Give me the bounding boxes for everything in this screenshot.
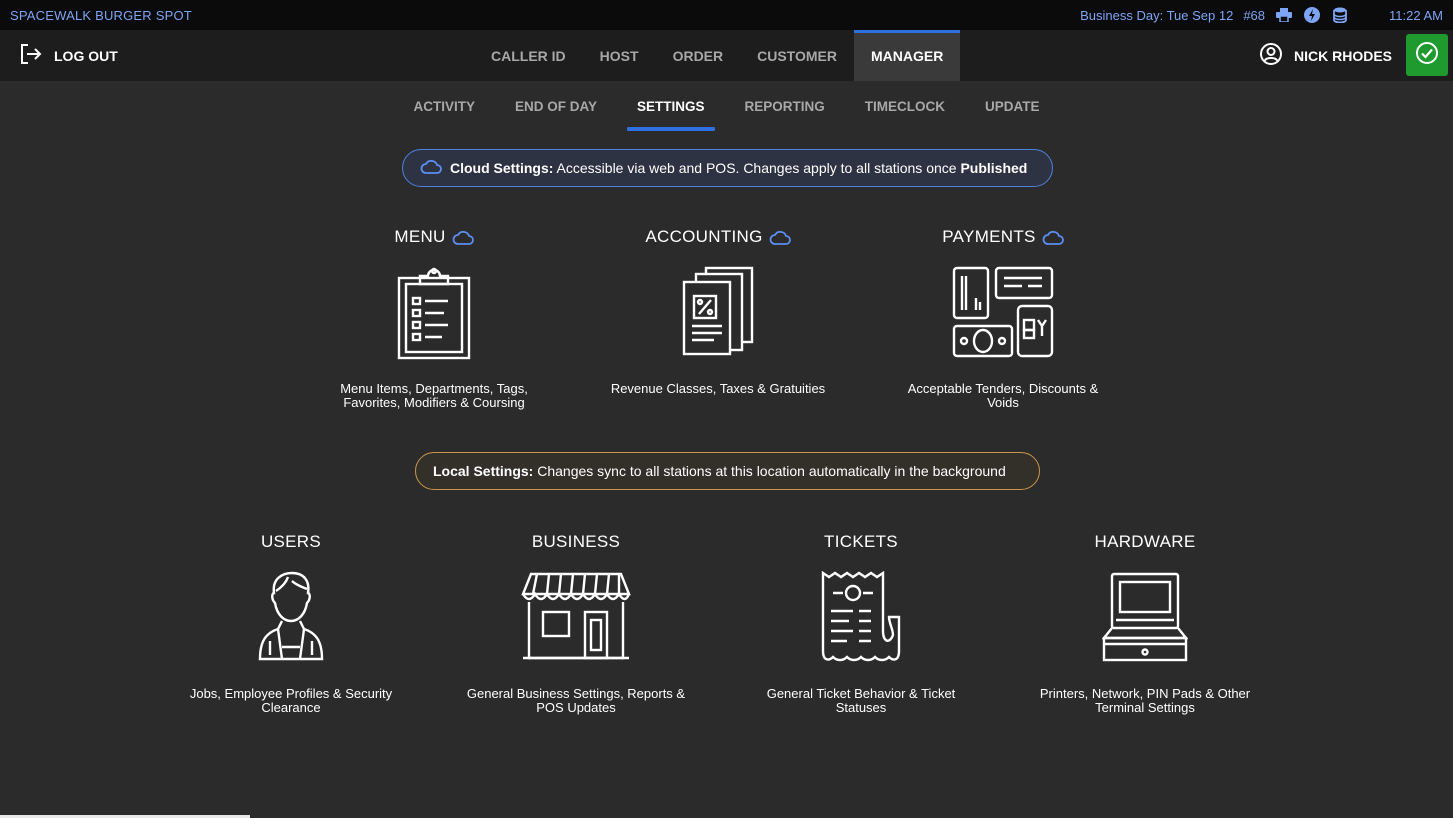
tab-customer[interactable]: CUSTOMER bbox=[740, 30, 854, 81]
cloud-icon bbox=[420, 159, 442, 177]
cloud-banner-body: Accessible via web and POS. Changes appl… bbox=[553, 160, 961, 176]
desc-line: Revenue Classes, Taxes & Gratuities bbox=[610, 381, 826, 396]
check-circle-icon bbox=[1415, 41, 1439, 70]
payment-methods-icon bbox=[948, 262, 1058, 362]
subtab-update[interactable]: UPDATE bbox=[965, 81, 1060, 131]
tab-order[interactable]: ORDER bbox=[656, 30, 741, 81]
database-icon[interactable] bbox=[1331, 6, 1349, 24]
storefront-icon bbox=[521, 567, 631, 667]
tab-manager[interactable]: MANAGER bbox=[853, 30, 961, 81]
local-banner-lead: Local Settings: bbox=[433, 463, 534, 479]
main-tabs: CALLER ID HOST ORDER CUSTOMER MANAGER bbox=[474, 30, 961, 81]
tile-description: Printers, Network, PIN Pads & Other Term… bbox=[1020, 687, 1270, 715]
accounting-settings-tile[interactable]: ACCOUNTING Revenue Classes, Taxes & Grat… bbox=[598, 226, 838, 396]
clipboard-menu-icon bbox=[379, 262, 489, 362]
subtab-activity[interactable]: ACTIVITY bbox=[393, 81, 495, 131]
payments-settings-tile[interactable]: PAYMENTS Acceptable Tenders, Discounts &… bbox=[883, 226, 1123, 410]
tile-title: PAYMENTS bbox=[883, 226, 1123, 248]
local-settings-banner: Local Settings: Changes sync to all stat… bbox=[415, 452, 1040, 490]
business-title: BUSINESS bbox=[531, 532, 621, 551]
desc-line: Clearance bbox=[261, 700, 321, 715]
cloud-icon bbox=[1042, 230, 1064, 245]
users-title: USERS bbox=[260, 532, 322, 551]
desc-line: Terminal Settings bbox=[1095, 700, 1195, 715]
logout-icon bbox=[20, 44, 42, 67]
local-banner-body: Changes sync to all stations at this loc… bbox=[533, 463, 1006, 479]
desc-line: Statuses bbox=[835, 700, 887, 715]
tickets-title: TICKETS bbox=[824, 532, 898, 551]
tax-documents-icon bbox=[663, 262, 773, 362]
receipt-icon bbox=[806, 567, 916, 667]
desc-line: Jobs, Employee Profiles & Security bbox=[189, 686, 393, 701]
desc-line: General Ticket Behavior & Ticket bbox=[766, 686, 956, 701]
desc-line: Favorites, Modifiers & Coursing bbox=[343, 395, 525, 410]
cloud-banner-tail: Published bbox=[960, 160, 1028, 176]
business-settings-tile[interactable]: BUSINESS General Business Settings, Repo… bbox=[451, 531, 701, 715]
cloud-icon bbox=[769, 230, 791, 245]
accounting-title: ACCOUNTING bbox=[645, 227, 763, 246]
local-banner-text: Local Settings: Changes sync to all stat… bbox=[433, 463, 1006, 479]
logout-button[interactable]: LOG OUT bbox=[20, 30, 118, 81]
tile-title: MENU bbox=[314, 226, 554, 248]
tile-description: General Business Settings, Reports & POS… bbox=[451, 687, 701, 715]
confirm-button[interactable] bbox=[1406, 34, 1448, 76]
logout-label: LOG OUT bbox=[54, 47, 118, 64]
users-settings-tile[interactable]: USERS Jobs, Employee Profiles & Security… bbox=[166, 531, 416, 715]
subtab-reporting[interactable]: REPORTING bbox=[725, 81, 845, 131]
clock: 11:22 AM bbox=[1389, 7, 1443, 23]
hardware-title: HARDWARE bbox=[1094, 532, 1196, 551]
desc-line: Printers, Network, PIN Pads & Other bbox=[1039, 686, 1251, 701]
desc-line: General Business Settings, Reports & bbox=[466, 686, 686, 701]
subtab-timeclock[interactable]: TIMECLOCK bbox=[845, 81, 965, 131]
menu-title: MENU bbox=[394, 227, 446, 246]
desc-line: Voids bbox=[987, 395, 1019, 410]
tile-description: Revenue Classes, Taxes & Gratuities bbox=[598, 382, 838, 396]
pos-terminal-icon bbox=[1090, 567, 1200, 667]
user-menu[interactable]: NICK RHODES bbox=[1260, 30, 1392, 81]
printer-icon[interactable] bbox=[1275, 6, 1293, 24]
tile-description: Acceptable Tenders, Discounts & Voids bbox=[883, 382, 1123, 410]
station-number: #68 bbox=[1243, 7, 1266, 23]
cloud-icon bbox=[452, 230, 474, 245]
tile-title: HARDWARE bbox=[1020, 531, 1270, 553]
status-bar: SPACEWALK BURGER SPOT Business Day: Tue … bbox=[0, 0, 1453, 30]
top-nav: LOG OUT CALLER ID HOST ORDER CUSTOMER MA… bbox=[0, 30, 1453, 81]
user-avatar-icon bbox=[1260, 43, 1282, 68]
sub-tabs: ACTIVITY END OF DAY SETTINGS REPORTING T… bbox=[0, 81, 1453, 131]
business-day: Business Day: Tue Sep 12 bbox=[1080, 7, 1234, 23]
status-right: Business Day: Tue Sep 12 #68 11:22 AM bbox=[1080, 6, 1443, 24]
lightning-icon[interactable] bbox=[1303, 6, 1321, 24]
desc-line: POS Updates bbox=[536, 700, 616, 715]
menu-settings-tile[interactable]: MENU Menu Items, Departments, Tags, Favo… bbox=[314, 226, 554, 410]
tile-title: ACCOUNTING bbox=[598, 226, 838, 248]
tile-title: USERS bbox=[166, 531, 416, 553]
subtab-settings[interactable]: SETTINGS bbox=[617, 81, 725, 131]
tile-description: Jobs, Employee Profiles & Security Clear… bbox=[166, 687, 416, 715]
user-name: NICK RHODES bbox=[1294, 47, 1393, 64]
tile-description: Menu Items, Departments, Tags, Favorites… bbox=[314, 382, 554, 410]
hardware-settings-tile[interactable]: HARDWARE Printers, Network, PIN Pads & O… bbox=[1020, 531, 1270, 715]
tickets-settings-tile[interactable]: TICKETS General Ticket Behavior & Ticket… bbox=[736, 531, 986, 715]
payments-title: PAYMENTS bbox=[942, 227, 1036, 246]
subtab-end-of-day[interactable]: END OF DAY bbox=[495, 81, 617, 131]
tile-title: TICKETS bbox=[736, 531, 986, 553]
employee-icon bbox=[236, 567, 346, 667]
tab-caller-id[interactable]: CALLER ID bbox=[474, 30, 583, 81]
desc-line: Menu Items, Departments, Tags, bbox=[340, 381, 528, 396]
cloud-settings-banner: Cloud Settings: Accessible via web and P… bbox=[402, 149, 1053, 187]
cloud-banner-lead: Cloud Settings: bbox=[450, 160, 554, 176]
store-name: SPACEWALK BURGER SPOT bbox=[10, 7, 192, 23]
tab-host[interactable]: HOST bbox=[583, 30, 656, 81]
tile-title: BUSINESS bbox=[451, 531, 701, 553]
desc-line: Acceptable Tenders, Discounts & bbox=[907, 381, 1099, 396]
tile-description: General Ticket Behavior & Ticket Statuse… bbox=[736, 687, 986, 715]
cloud-banner-text: Cloud Settings: Accessible via web and P… bbox=[450, 160, 1027, 176]
